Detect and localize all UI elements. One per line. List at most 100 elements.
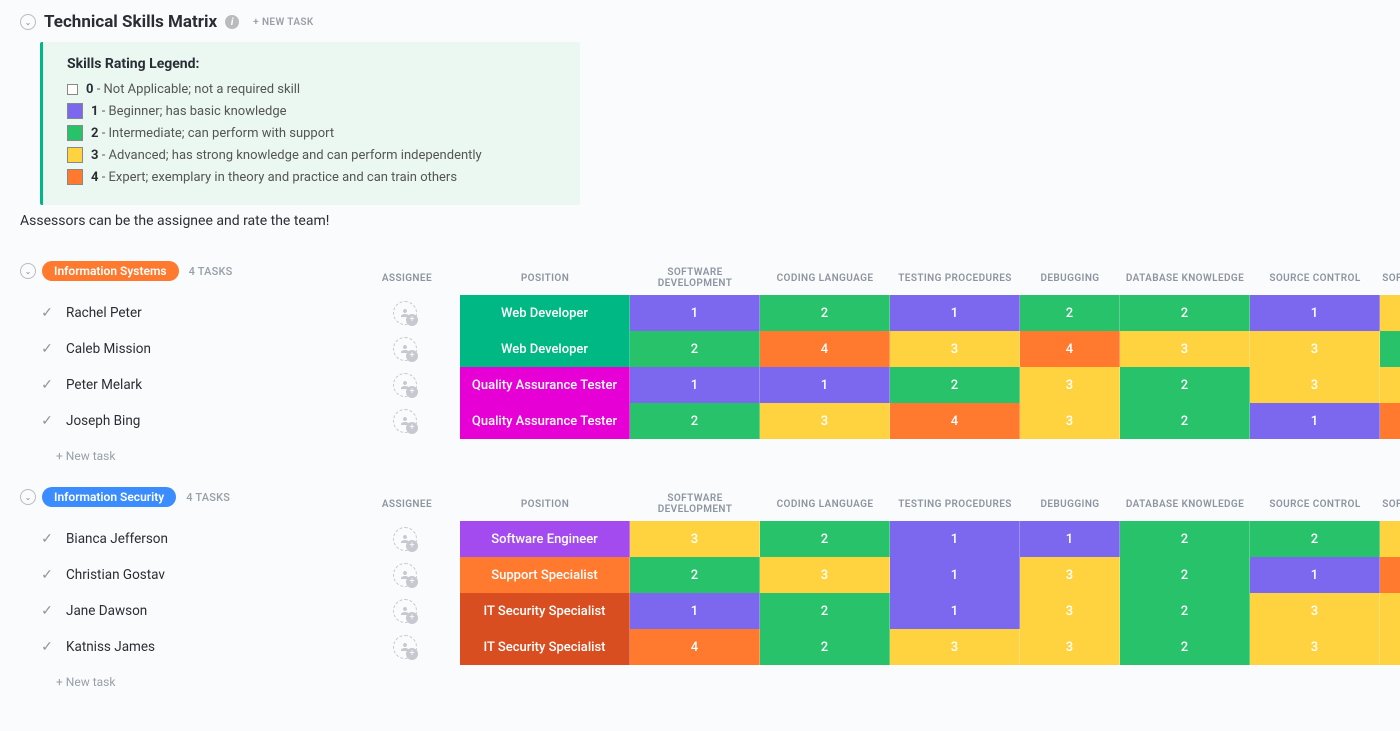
assignee-avatar-icon[interactable]: +: [393, 563, 417, 587]
skill-cell[interactable]: 2: [1120, 557, 1250, 593]
task-row[interactable]: ✓ Jane Dawson + IT Security Specialist 1…: [0, 593, 1400, 629]
group-status-pill[interactable]: Information Security: [42, 487, 176, 507]
task-name[interactable]: Jane Dawson: [60, 603, 350, 619]
skill-cell[interactable]: 2: [760, 593, 890, 629]
assignee-add-icon[interactable]: +: [406, 386, 418, 398]
assignee-avatar-icon[interactable]: +: [393, 337, 417, 361]
task-name[interactable]: Katniss James: [60, 639, 350, 655]
skill-cell[interactable]: 1: [1250, 403, 1380, 439]
task-row[interactable]: ✓ Christian Gostav + Support Specialist …: [0, 557, 1400, 593]
skill-cell[interactable]: 2: [630, 331, 760, 367]
position-cell[interactable]: Software Engineer: [460, 521, 630, 557]
position-cell[interactable]: Web Developer: [460, 331, 630, 367]
skill-cell[interactable]: 1: [630, 367, 760, 403]
skill-cell[interactable]: 3: [1020, 403, 1120, 439]
skill-cell[interactable]: 1: [1020, 521, 1120, 557]
task-name[interactable]: Joseph Bing: [60, 413, 350, 429]
skill-cell[interactable]: 3: [1120, 331, 1250, 367]
assignee-avatar-icon[interactable]: +: [393, 635, 417, 659]
assignee-add-icon[interactable]: +: [406, 612, 418, 624]
check-icon[interactable]: ✓: [7, 639, 53, 655]
position-cell[interactable]: Quality Assurance Tester: [460, 367, 630, 403]
assignee-avatar-icon[interactable]: +: [393, 599, 417, 623]
skill-cell[interactable]: 1: [630, 593, 760, 629]
check-icon[interactable]: ✓: [7, 377, 53, 393]
skill-cell[interactable]: 2: [1120, 295, 1250, 331]
skill-cell[interactable]: 2: [1020, 295, 1120, 331]
skill-cell[interactable]: 2: [1120, 593, 1250, 629]
task-name[interactable]: Christian Gostav: [60, 567, 350, 583]
assignee-add-icon[interactable]: +: [406, 648, 418, 660]
assignee-add-icon[interactable]: +: [406, 422, 418, 434]
skill-cell[interactable]: 1: [630, 295, 760, 331]
collapse-icon[interactable]: ⌄: [20, 14, 36, 30]
assignee-cell[interactable]: +: [350, 563, 460, 587]
group-status-pill[interactable]: Information Systems: [42, 261, 179, 281]
skill-cell[interactable]: 3: [1020, 557, 1120, 593]
task-name[interactable]: Bianca Jefferson: [60, 531, 350, 547]
skill-cell-overflow[interactable]: [1380, 367, 1400, 403]
assignee-cell[interactable]: +: [350, 599, 460, 623]
skill-cell[interactable]: 1: [890, 521, 1020, 557]
check-icon[interactable]: ✓: [7, 531, 53, 547]
skill-cell[interactable]: 3: [1020, 367, 1120, 403]
skill-cell[interactable]: 2: [1120, 521, 1250, 557]
task-row[interactable]: ✓ Bianca Jefferson + Software Engineer 3…: [0, 521, 1400, 557]
assignee-cell[interactable]: +: [350, 635, 460, 659]
task-row[interactable]: ✓ Peter Melark + Quality Assurance Teste…: [0, 367, 1400, 403]
assignee-cell[interactable]: +: [350, 527, 460, 551]
skill-cell[interactable]: 1: [890, 593, 1020, 629]
check-icon[interactable]: ✓: [7, 603, 53, 619]
skill-cell[interactable]: 2: [890, 367, 1020, 403]
skill-cell[interactable]: 4: [1020, 331, 1120, 367]
new-task-inline[interactable]: + New task: [0, 665, 1400, 691]
skill-cell-overflow[interactable]: [1380, 557, 1400, 593]
assignee-cell[interactable]: +: [350, 337, 460, 361]
skill-cell[interactable]: 3: [1250, 593, 1380, 629]
check-icon[interactable]: ✓: [7, 567, 53, 583]
check-icon[interactable]: ✓: [7, 305, 53, 321]
group-collapse-icon[interactable]: ⌄: [20, 263, 36, 279]
assignee-avatar-icon[interactable]: +: [393, 527, 417, 551]
check-icon[interactable]: ✓: [7, 341, 53, 357]
task-name[interactable]: Rachel Peter: [60, 305, 350, 321]
check-icon[interactable]: ✓: [7, 413, 53, 429]
skill-cell[interactable]: 2: [1120, 403, 1250, 439]
skill-cell[interactable]: 3: [1020, 593, 1120, 629]
skill-cell[interactable]: 4: [890, 403, 1020, 439]
position-cell[interactable]: Web Developer: [460, 295, 630, 331]
skill-cell[interactable]: 1: [760, 367, 890, 403]
assignee-add-icon[interactable]: +: [406, 350, 418, 362]
skill-cell[interactable]: 3: [760, 403, 890, 439]
skill-cell[interactable]: 1: [890, 557, 1020, 593]
skill-cell[interactable]: 3: [760, 557, 890, 593]
task-row[interactable]: ✓ Joseph Bing + Quality Assurance Tester…: [0, 403, 1400, 439]
skill-cell[interactable]: 1: [890, 295, 1020, 331]
skill-cell[interactable]: 2: [760, 295, 890, 331]
assignee-add-icon[interactable]: +: [406, 540, 418, 552]
assignee-avatar-icon[interactable]: +: [393, 373, 417, 397]
skill-cell-overflow[interactable]: [1380, 331, 1400, 367]
assignee-add-icon[interactable]: +: [406, 314, 418, 326]
info-icon[interactable]: i: [225, 15, 239, 29]
task-row[interactable]: ✓ Rachel Peter + Web Developer 121221: [0, 295, 1400, 331]
new-task-inline[interactable]: + New task: [0, 439, 1400, 465]
position-cell[interactable]: Support Specialist: [460, 557, 630, 593]
skill-cell-overflow[interactable]: [1380, 295, 1400, 331]
skill-cell-overflow[interactable]: [1380, 521, 1400, 557]
skill-cell[interactable]: 2: [760, 521, 890, 557]
new-task-button[interactable]: + NEW TASK: [253, 17, 314, 28]
position-cell[interactable]: IT Security Specialist: [460, 593, 630, 629]
skill-cell[interactable]: 2: [630, 557, 760, 593]
skill-cell-overflow[interactable]: [1380, 593, 1400, 629]
skill-cell[interactable]: 1: [1250, 557, 1380, 593]
skill-cell[interactable]: 3: [1250, 367, 1380, 403]
position-cell[interactable]: Quality Assurance Tester: [460, 403, 630, 439]
assignee-cell[interactable]: +: [350, 409, 460, 433]
skill-cell[interactable]: 2: [1120, 367, 1250, 403]
skill-cell[interactable]: 3: [1250, 331, 1380, 367]
assignee-cell[interactable]: +: [350, 301, 460, 325]
skill-cell[interactable]: 2: [1250, 521, 1380, 557]
assignee-avatar-icon[interactable]: +: [393, 409, 417, 433]
skill-cell-overflow[interactable]: [1380, 403, 1400, 439]
